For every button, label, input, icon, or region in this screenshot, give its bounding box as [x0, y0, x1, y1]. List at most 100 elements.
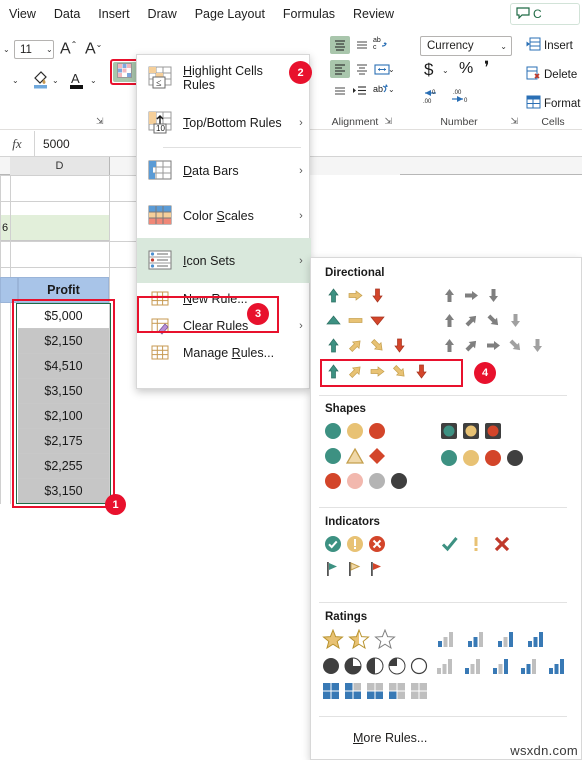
cell-d-green[interactable]: 6 [0, 215, 109, 241]
iconset-3-traffic-lights-rimmed[interactable] [439, 421, 503, 441]
menu-item-icon-sets[interactable]: Icon Sets › [137, 238, 311, 283]
iconset-4-ratings-bars[interactable] [433, 629, 551, 649]
align-bottom-button[interactable] [330, 82, 350, 100]
boxes-1-filled-icon [387, 681, 407, 701]
tab-view[interactable]: View [0, 1, 45, 27]
function-icon[interactable]: fx [0, 136, 34, 152]
iconset-3-arrows-gray[interactable] [439, 285, 503, 305]
iconset-3-symbols-uncircled[interactable] [437, 534, 515, 554]
bars-1-of-4-icon [433, 629, 461, 649]
profit-cell-2[interactable]: $2,150 [18, 329, 109, 354]
tab-review[interactable]: Review [344, 1, 403, 27]
circle-filled-full-icon [321, 656, 341, 676]
format-cells-button[interactable]: Format [526, 95, 580, 112]
border-chevron-icon[interactable]: ⌄ [12, 76, 19, 85]
font-name-chevron-icon[interactable]: ⌄ [3, 45, 10, 54]
arrow-up-right-gold-icon [345, 361, 365, 381]
fill-color-chevron-icon[interactable]: ⌄ [52, 76, 59, 85]
circle-half-icon [365, 656, 385, 676]
cross-circle-red-icon [367, 534, 387, 554]
iconset-5-arrows-colored[interactable] [323, 361, 431, 381]
iconset-3-arrows-colored[interactable] [323, 285, 387, 305]
increase-decimal-button[interactable]: .00 0 [452, 86, 476, 109]
iconset-5-arrows-gray[interactable] [439, 335, 547, 355]
accounting-format-button[interactable]: $ [424, 60, 433, 80]
cells-group: Insert Delete Format Cells [524, 28, 582, 130]
comma-style-button[interactable]: ❜ [484, 58, 489, 78]
iconset-3-signs[interactable] [323, 446, 387, 466]
align-center-button[interactable] [352, 60, 372, 78]
iconset-5-ratings-bars[interactable] [433, 656, 571, 676]
wrap-chevron-icon[interactable]: ⌄ [388, 85, 395, 94]
iconset-4-red-to-black[interactable] [439, 448, 525, 468]
boxes-0-filled-icon [409, 681, 429, 701]
iconset-3-flags[interactable] [323, 559, 387, 579]
column-header-d[interactable]: D [10, 157, 110, 175]
profit-cell-7[interactable]: $2,255 [18, 454, 109, 479]
font-dialog-launcher[interactable]: ⇲ [96, 116, 104, 127]
alignment-dialog-launcher[interactable]: ⇲ [384, 116, 392, 127]
tab-draw[interactable]: Draw [139, 1, 186, 27]
profit-cell-4[interactable]: $3,150 [18, 379, 109, 404]
svg-text:≤: ≤ [156, 78, 162, 89]
iconset-3-traffic-lights-unrimmed[interactable] [323, 421, 387, 441]
menu-item-new-rule[interactable]: New Rule... [137, 285, 311, 312]
iconset-3-stars[interactable] [321, 628, 397, 649]
profit-cell-1[interactable]: $5,000 [18, 304, 109, 329]
decrease-decimal-button[interactable]: 0 .00 [422, 86, 446, 109]
font-color-button[interactable]: A [68, 70, 86, 93]
tab-formulas[interactable]: Formulas [274, 1, 344, 27]
iconset-4-arrows-gray[interactable] [439, 310, 525, 330]
tab-insert[interactable]: Insert [89, 1, 138, 27]
svg-text:.00: .00 [423, 99, 432, 105]
iconset-4-arrows-colored[interactable] [323, 335, 409, 355]
insert-label: Insert [544, 39, 573, 52]
menu-label-new-rule: New Rule... [183, 291, 248, 306]
more-rules-label: More Rules... [353, 731, 428, 745]
number-format-chevron-icon[interactable]: ⌄ [500, 42, 507, 51]
font-size-input[interactable]: 11 ⌄ [14, 40, 54, 59]
font-size-chevron-icon[interactable]: ⌄ [46, 45, 53, 54]
iconset-4-traffic-lights[interactable] [323, 471, 409, 491]
iconset-3-triangles[interactable] [323, 310, 387, 330]
increase-font-size-button[interactable]: A⌃ [60, 40, 77, 58]
increase-indent-button[interactable] [350, 82, 370, 100]
menu-item-highlight-cells-rules[interactable]: ≤ Highlight Cells Rules › [137, 55, 311, 100]
insert-cells-button[interactable]: Insert [526, 37, 573, 54]
menu-item-clear-rules[interactable]: Clear Rules › [137, 312, 311, 339]
comments-button[interactable]: C [510, 3, 580, 25]
percent-format-button[interactable]: % [459, 60, 473, 78]
align-left-button[interactable] [330, 60, 350, 78]
menu-item-manage-rules[interactable]: Manage Rules... [137, 339, 311, 366]
profit-cell-6[interactable]: $2,175 [18, 429, 109, 454]
menu-item-data-bars[interactable]: Data Bars › [137, 148, 311, 193]
iconset-5-quarters[interactable] [321, 656, 429, 676]
circle-black-icon [389, 471, 409, 491]
menu-item-top-bottom-rules[interactable]: 10 Top/Bottom Rules › [137, 100, 311, 145]
decrease-font-size-button[interactable]: A⌄ [85, 40, 102, 58]
arrow-up-right-gray-icon [461, 335, 481, 355]
align-middle-button[interactable] [352, 36, 372, 54]
orientation-button[interactable]: ab c [372, 34, 392, 52]
tab-page-layout[interactable]: Page Layout [186, 1, 274, 27]
arrow-down-gray-icon [527, 335, 547, 355]
number-format-dropdown[interactable]: Currency ⌄ [420, 36, 512, 56]
menu-item-color-scales[interactable]: Color Scales › [137, 193, 311, 238]
profit-cell-3[interactable]: $4,510 [18, 354, 109, 379]
profit-cell-5[interactable]: $2,100 [18, 404, 109, 429]
merge-chevron-icon[interactable]: ⌄ [388, 65, 395, 74]
iconset-3-symbols-circled[interactable] [323, 534, 387, 554]
font-color-chevron-icon[interactable]: ⌄ [90, 76, 97, 85]
align-top-button[interactable] [330, 36, 350, 54]
svg-text:.00: .00 [453, 90, 462, 96]
row-header-selected[interactable] [0, 277, 18, 303]
profit-cell-8[interactable]: $3,150 [18, 479, 109, 504]
fill-color-button[interactable] [32, 70, 50, 93]
arrow-right-gold-icon [345, 285, 365, 305]
tab-data[interactable]: Data [45, 1, 89, 27]
arrow-down-right-gray-icon [505, 335, 525, 355]
number-dialog-launcher[interactable]: ⇲ [510, 116, 518, 127]
delete-cells-button[interactable]: Delete [526, 66, 577, 83]
accounting-chevron-icon[interactable]: ⌄ [442, 66, 449, 75]
iconset-5-boxes[interactable] [321, 681, 429, 701]
